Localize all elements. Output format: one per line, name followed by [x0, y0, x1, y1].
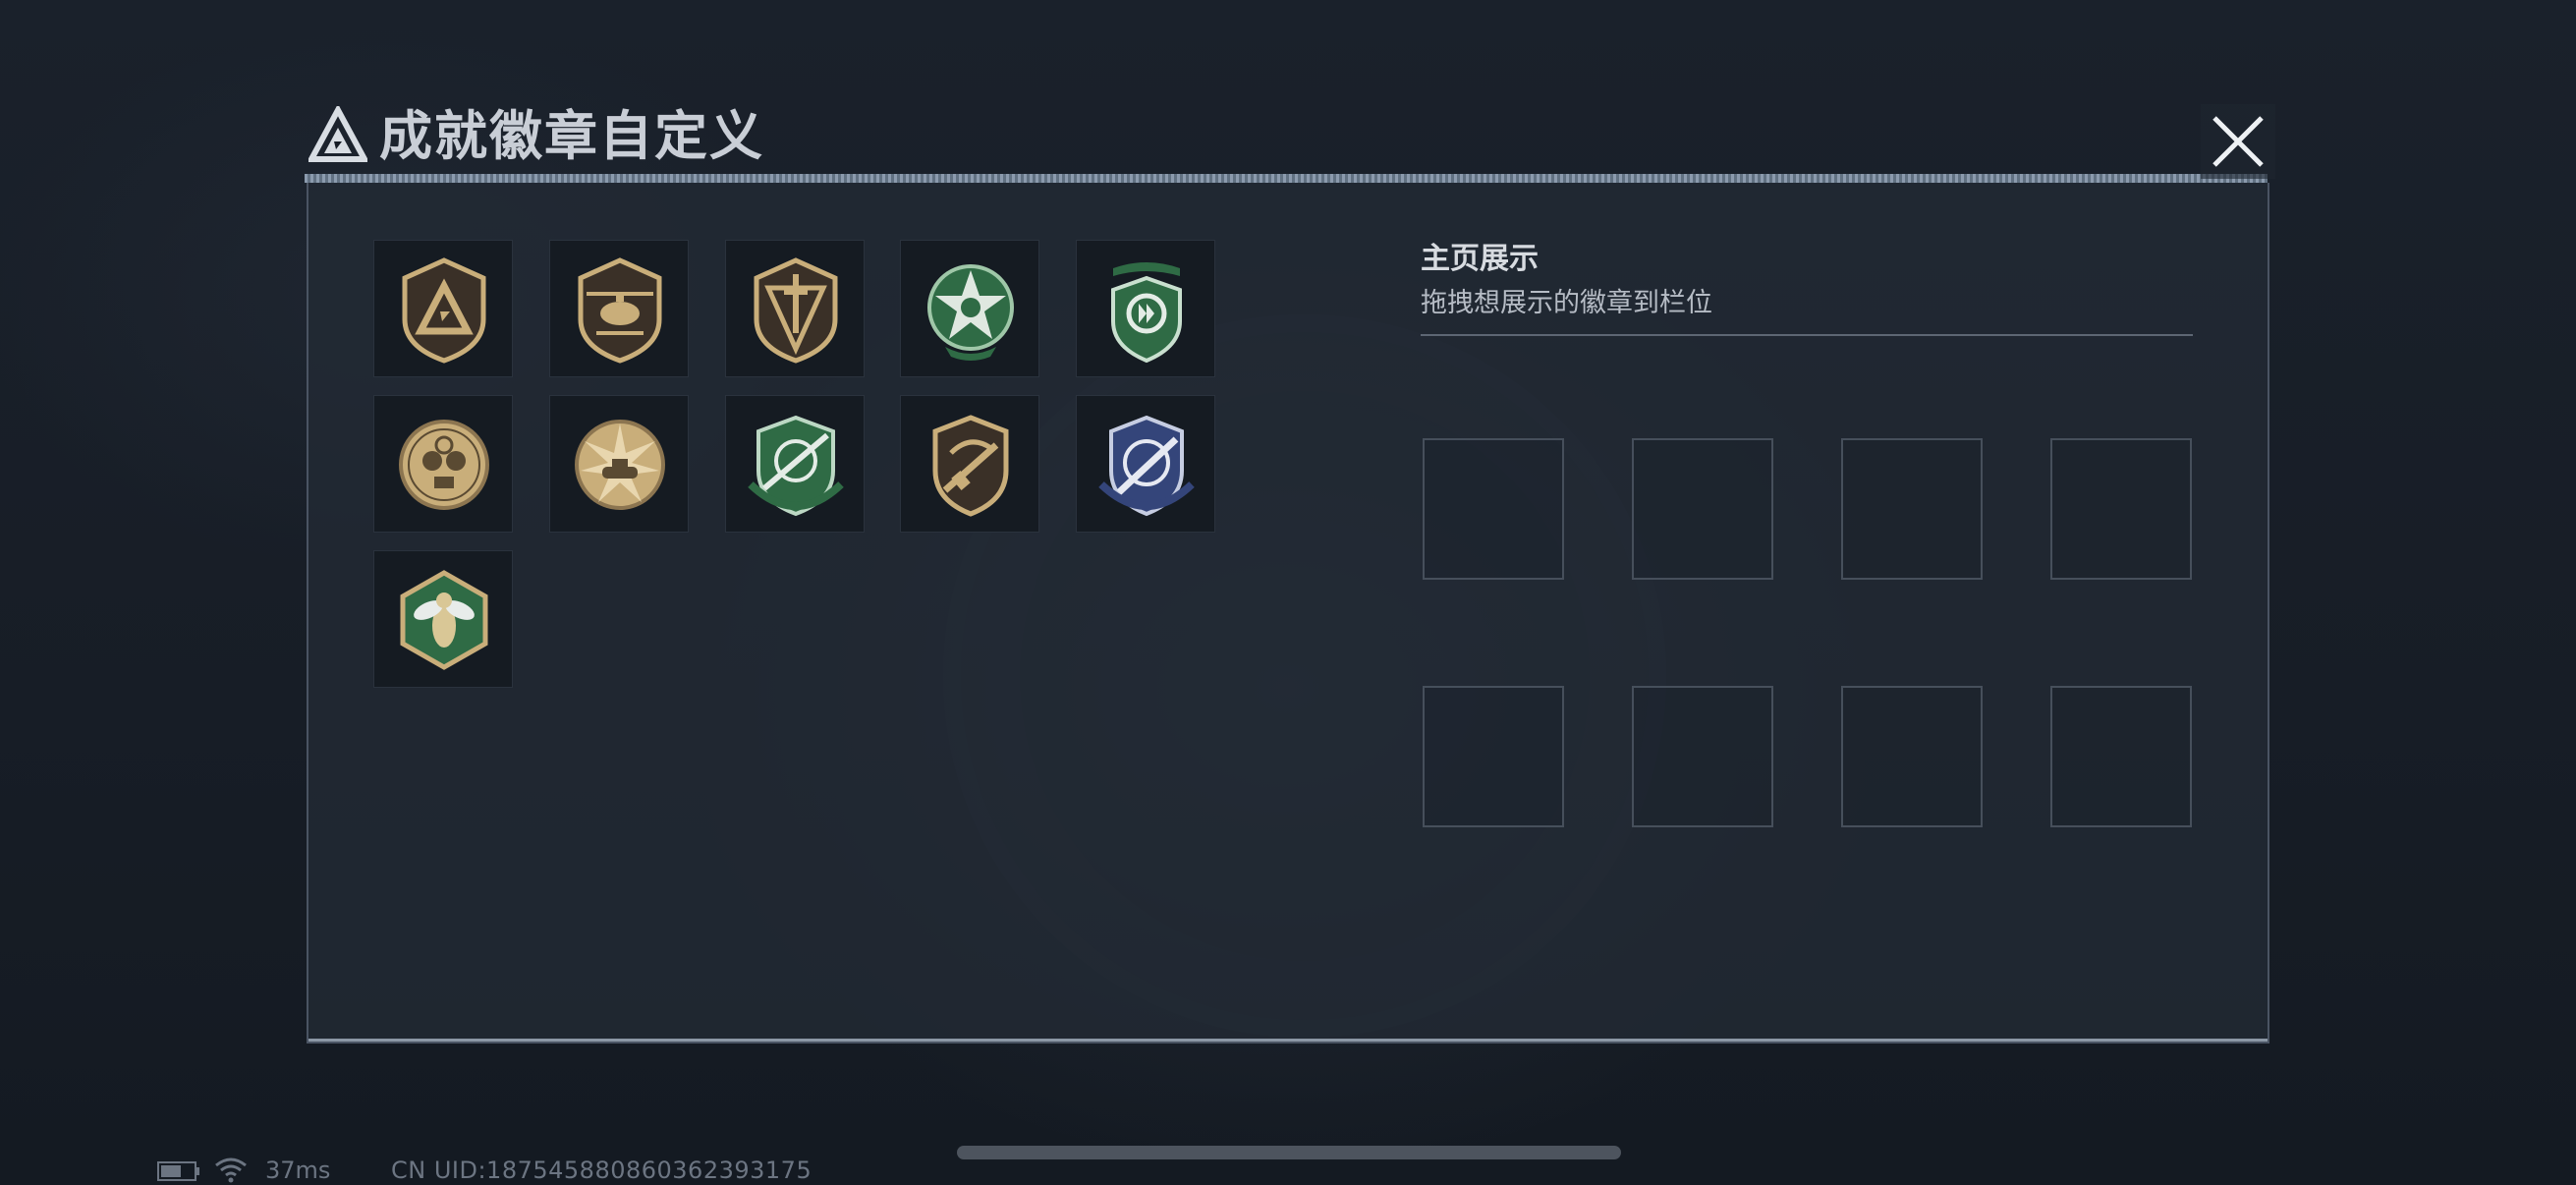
gold-triangle-shield-badge-icon [402, 257, 486, 364]
badge-slot-8[interactable] [725, 395, 865, 533]
badge-slot-5[interactable] [1076, 240, 1215, 377]
green-star-skull-badge-icon [927, 264, 1014, 361]
badge-slot-11[interactable] [373, 550, 513, 688]
showcase-subtitle: 拖拽想展示的徽章到栏位 [1421, 288, 1712, 318]
title-divider-strip [305, 174, 2268, 183]
dialog-title-bar: 成就徽章自定义 [305, 100, 2268, 181]
helicopter-shield-badge-icon [578, 257, 662, 364]
green-sniper-shield-badge-icon [748, 415, 844, 517]
badge-slot-9[interactable] [900, 395, 1039, 533]
close-button[interactable] [2201, 104, 2275, 179]
showcase-slot-3[interactable] [1841, 438, 1983, 580]
home-indicator[interactable] [957, 1146, 1621, 1159]
showcase-slot-4[interactable] [2050, 438, 2192, 580]
showcase-slot-6[interactable] [1632, 686, 1773, 827]
showcase-divider [1421, 334, 2193, 336]
badge-slot-7[interactable] [549, 395, 689, 533]
status-bar: 37ms CN UID:18754588086036239​3175 [157, 1156, 1041, 1185]
gold-rifle-shield-badge-icon [932, 415, 1009, 517]
triangle-logo-icon [308, 106, 367, 162]
showcase-slot-7[interactable] [1841, 686, 1983, 827]
badge-slot-3[interactable] [725, 240, 865, 377]
blue-rifle-shield-badge-icon [1098, 415, 1195, 517]
badge-slot-2[interactable] [549, 240, 689, 377]
achievement-badge-screen: 成就徽章自定义 主页展示 拖拽想展示的徽章到栏位 37ms CN UID:187… [0, 0, 2576, 1185]
crosshair-skull-medal-icon [399, 420, 489, 510]
badge-slot-10[interactable] [1076, 395, 1215, 533]
hornet-hexagon-badge-icon [400, 570, 488, 670]
badge-customize-panel: 主页展示 拖拽想展示的徽章到栏位 [307, 183, 2269, 1044]
badge-slot-6[interactable] [373, 395, 513, 533]
badge-slot-4[interactable] [900, 240, 1039, 377]
battery-icon [157, 1161, 199, 1181]
uid-text: CN UID:18754588086036239​3175 [391, 1157, 812, 1184]
badge-slot-1[interactable] [373, 240, 513, 377]
wifi-icon [215, 1157, 247, 1183]
showcase-slot-8[interactable] [2050, 686, 2192, 827]
showcase-title: 主页展示 [1421, 242, 1539, 276]
sunburst-tank-medal-icon [575, 420, 665, 510]
dagger-shield-badge-icon [754, 257, 838, 364]
ping-text: 37ms [265, 1157, 331, 1184]
green-crest-badge-icon [1111, 262, 1182, 364]
showcase-slot-1[interactable] [1423, 438, 1564, 580]
showcase-slot-2[interactable] [1632, 438, 1773, 580]
showcase-slot-5[interactable] [1423, 686, 1564, 827]
dialog-title: 成就徽章自定义 [379, 105, 764, 167]
